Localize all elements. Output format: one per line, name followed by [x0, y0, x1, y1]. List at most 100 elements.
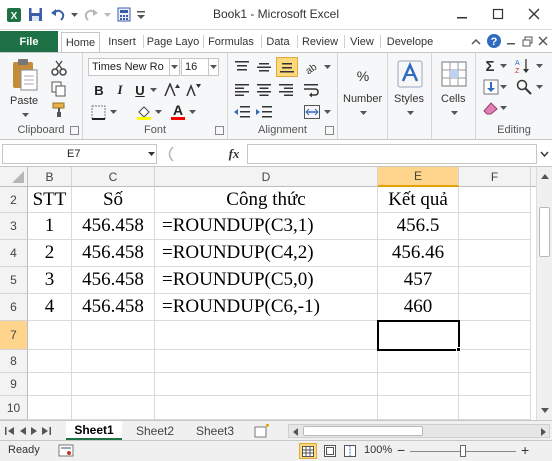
formula-input[interactable]	[247, 144, 537, 164]
align-center-icon[interactable]	[254, 81, 274, 99]
cell-f7[interactable]	[459, 321, 531, 350]
cell-c10[interactable]	[72, 396, 155, 420]
formula-bar-expand-icon[interactable]	[538, 148, 550, 160]
cell-f6[interactable]	[459, 294, 531, 321]
sheet-tab-sheet1[interactable]: Sheet1	[66, 421, 122, 440]
help-icon[interactable]: ?	[486, 33, 502, 49]
doc-restore-icon[interactable]	[520, 33, 534, 49]
font-size-select[interactable]: 16	[181, 58, 209, 76]
cells-group-label[interactable]: Cells	[441, 93, 465, 105]
wrap-text-icon[interactable]	[302, 81, 322, 99]
zoom-level[interactable]: 100%	[364, 444, 392, 456]
italic-button[interactable]: I	[111, 81, 129, 99]
cell-f10[interactable]	[459, 396, 531, 420]
fill-color-icon[interactable]	[135, 103, 153, 121]
file-tab[interactable]: File	[0, 31, 58, 52]
cell-c3[interactable]: 456.458	[72, 213, 155, 240]
align-bottom-icon[interactable]	[276, 57, 298, 77]
increase-indent-icon[interactable]	[254, 103, 274, 121]
ribbon-collapse-icon[interactable]	[468, 33, 484, 49]
merge-center-icon[interactable]	[302, 103, 322, 121]
cell-e6[interactable]: 460	[378, 294, 459, 321]
tab-insert[interactable]: Insert	[102, 32, 142, 52]
scroll-right-icon[interactable]	[539, 427, 547, 436]
maximize-icon[interactable]	[480, 0, 516, 28]
cell-b8[interactable]	[28, 350, 72, 373]
clear-dropdown-icon[interactable]	[498, 99, 508, 117]
cell-f8[interactable]	[459, 350, 531, 373]
cell-b9[interactable]	[28, 373, 72, 396]
row-header-5[interactable]: 5	[0, 267, 28, 294]
font-grow-icon[interactable]	[163, 81, 181, 99]
cell-e4[interactable]: 456.46	[378, 240, 459, 267]
doc-close-icon[interactable]	[536, 33, 550, 49]
underline-dropdown-icon[interactable]	[148, 81, 158, 99]
cell-b6[interactable]: 4	[28, 294, 72, 321]
doc-minimize-icon[interactable]	[504, 33, 518, 49]
row-header-8[interactable]: 8	[0, 350, 28, 373]
cell-f4[interactable]	[459, 240, 531, 267]
decrease-indent-icon[interactable]	[232, 103, 252, 121]
cell-b4[interactable]: 2	[28, 240, 72, 267]
cell-b5[interactable]: 3	[28, 267, 72, 294]
fill-handle[interactable]	[456, 347, 461, 352]
align-left-icon[interactable]	[232, 81, 252, 99]
number-dropdown-icon[interactable]	[358, 109, 368, 117]
find-select-icon[interactable]	[514, 78, 534, 96]
row-header-3[interactable]: 3	[0, 213, 28, 240]
cell-d7[interactable]	[155, 321, 378, 350]
cell-d9[interactable]	[155, 373, 378, 396]
align-right-icon[interactable]	[276, 81, 296, 99]
cells-icon[interactable]	[440, 59, 468, 89]
cell-d3[interactable]: =ROUNDUP(C3,1)	[155, 213, 378, 240]
horizontal-scroll-thumb[interactable]	[303, 426, 423, 436]
fill-color-dropdown-icon[interactable]	[153, 103, 163, 121]
cell-b2[interactable]: STT	[28, 187, 72, 213]
cell-c2[interactable]: Số	[72, 187, 155, 213]
page-layout-view-icon[interactable]	[321, 443, 339, 459]
font-shrink-icon[interactable]	[184, 81, 202, 99]
cell-f5[interactable]	[459, 267, 531, 294]
tab-formulas[interactable]: Formulas	[204, 32, 258, 52]
cell-b3[interactable]: 1	[28, 213, 72, 240]
insert-sheet-icon[interactable]	[250, 421, 274, 440]
tab-home[interactable]: Home	[61, 32, 100, 52]
cell-e8[interactable]	[378, 350, 459, 373]
number-format-icon[interactable]: %	[349, 61, 377, 91]
merge-dropdown-icon[interactable]	[322, 103, 332, 121]
zoom-out-button[interactable]: −	[397, 442, 405, 458]
scroll-up-icon[interactable]	[540, 171, 550, 181]
font-dialog-launcher[interactable]	[215, 126, 224, 135]
number-group-label[interactable]: Number	[343, 93, 382, 105]
cell-d6[interactable]: =ROUNDUP(C6,-1)	[155, 294, 378, 321]
scroll-down-icon[interactable]	[540, 405, 550, 415]
bold-button[interactable]: B	[90, 81, 108, 99]
select-all-corner[interactable]	[0, 167, 28, 187]
align-top-icon[interactable]	[232, 58, 252, 76]
cell-e2[interactable]: Kết quả	[378, 187, 459, 213]
borders-icon[interactable]	[89, 103, 107, 121]
close-icon[interactable]	[516, 0, 552, 28]
cell-d8[interactable]	[155, 350, 378, 373]
font-color-icon[interactable]: A	[169, 101, 187, 121]
cells-dropdown-icon[interactable]	[449, 109, 459, 117]
sheet-tab-sheet3[interactable]: Sheet3	[188, 421, 242, 440]
sort-filter-icon[interactable]: AZ	[514, 57, 534, 75]
paste-label[interactable]: Paste	[10, 95, 38, 107]
cell-d4[interactable]: =ROUNDUP(C4,2)	[155, 240, 378, 267]
cell-d10[interactable]	[155, 396, 378, 420]
row-header-10[interactable]: 10	[0, 396, 28, 420]
cell-c5[interactable]: 456.458	[72, 267, 155, 294]
row-header-6[interactable]: 6	[0, 294, 28, 321]
font-family-dropdown-icon[interactable]	[170, 58, 180, 76]
horizontal-scrollbar[interactable]	[288, 424, 550, 438]
last-sheet-icon[interactable]	[41, 425, 51, 437]
next-sheet-icon[interactable]	[29, 425, 39, 437]
alignment-dialog-launcher[interactable]	[325, 126, 334, 135]
tab-developer[interactable]: Develope	[382, 32, 438, 52]
cell-f3[interactable]	[459, 213, 531, 240]
page-break-view-icon[interactable]	[341, 443, 359, 459]
underline-button[interactable]: U	[132, 81, 148, 99]
font-size-dropdown-icon[interactable]	[209, 58, 219, 76]
normal-view-icon[interactable]	[299, 443, 317, 459]
